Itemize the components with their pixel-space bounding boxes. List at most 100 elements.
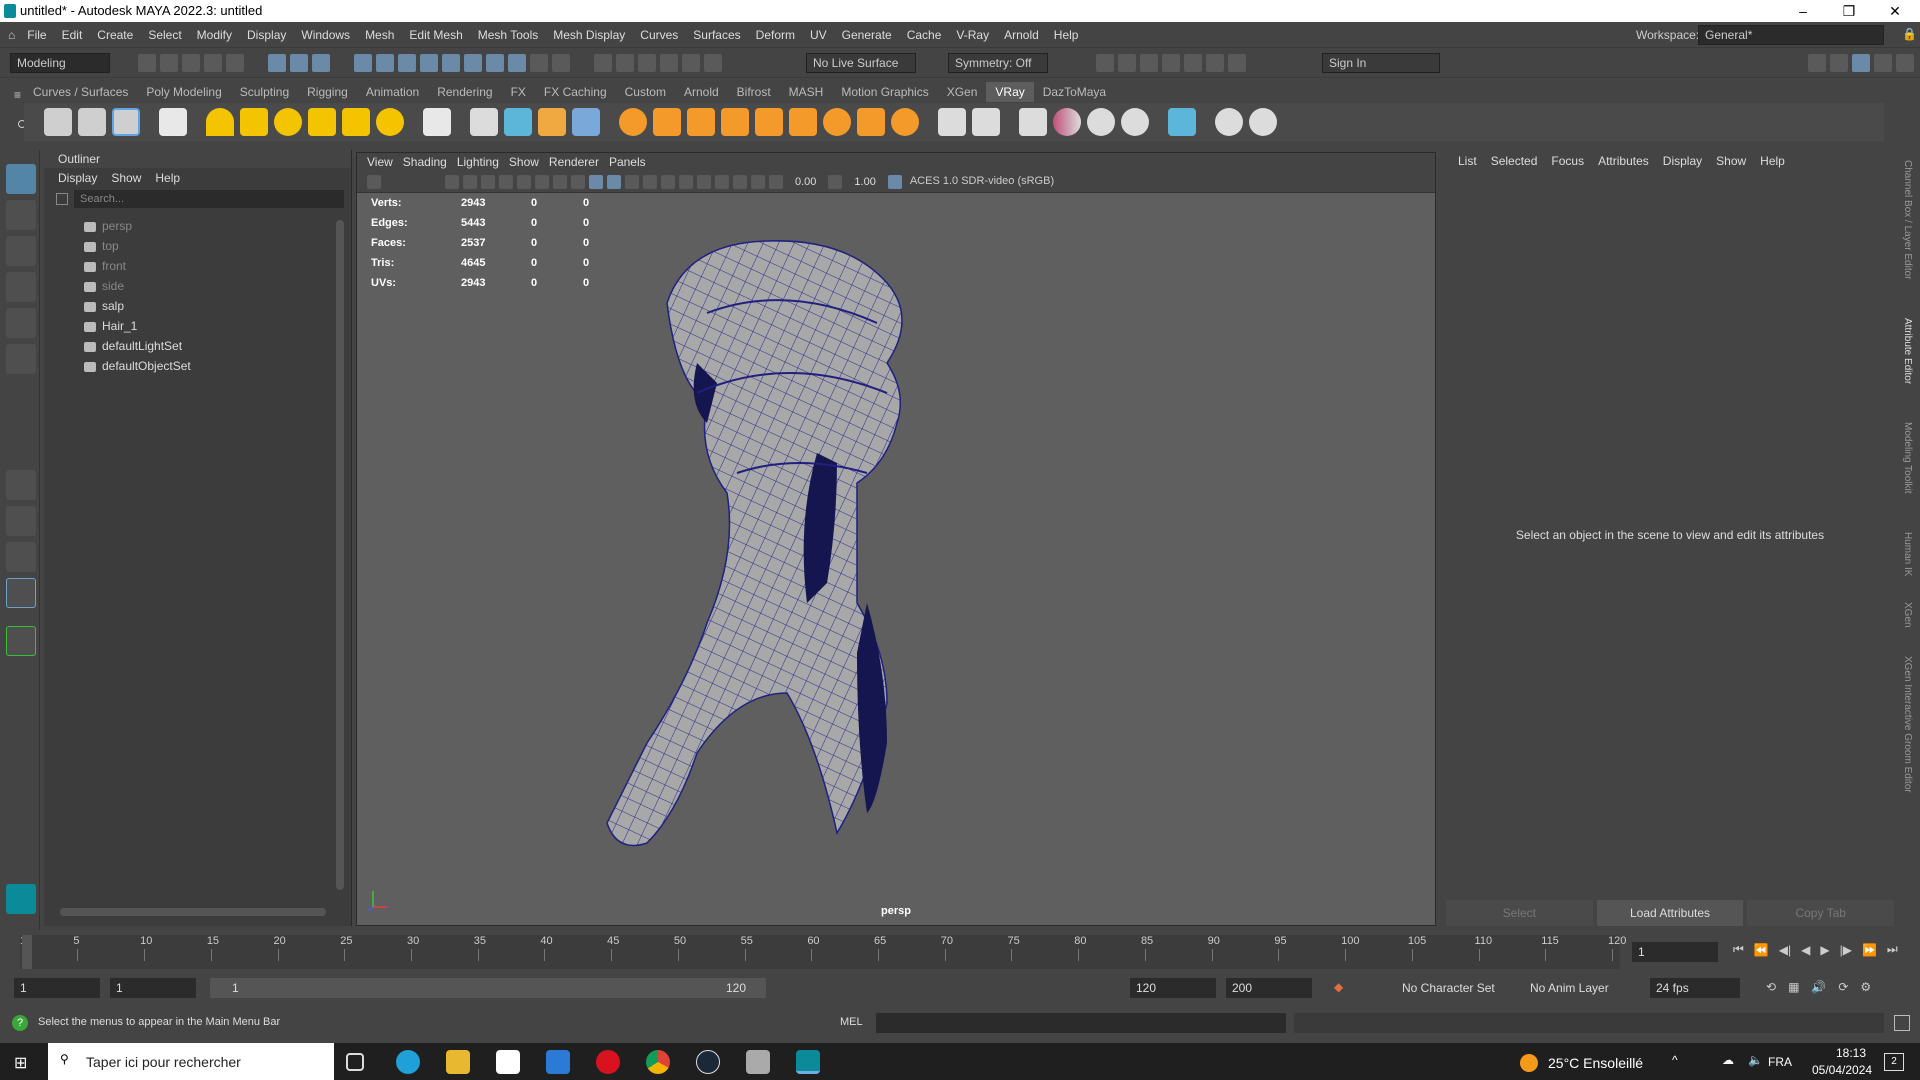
mel-label[interactable]: MEL xyxy=(840,1016,863,1028)
color-management-icon[interactable] xyxy=(887,174,902,189)
vray-clipper-icon[interactable] xyxy=(721,108,749,136)
side-tab-modeling-toolkit[interactable]: Modeling Toolkit xyxy=(1902,422,1913,494)
outliner-menu-show[interactable]: Show xyxy=(111,168,141,188)
vray-fur-icon[interactable] xyxy=(619,108,647,136)
film-gate-icon[interactable] xyxy=(517,174,531,189)
anim-start-field[interactable]: 1 xyxy=(110,978,196,998)
render-view-icon[interactable] xyxy=(1096,54,1114,72)
vray-v-icon[interactable] xyxy=(1249,108,1277,136)
vray-sphere-light-icon[interactable] xyxy=(206,108,234,136)
language-indicator[interactable]: FRA xyxy=(1768,1055,1792,1069)
vray-sun-icon[interactable] xyxy=(376,108,404,136)
sound-icon[interactable]: 🔊 xyxy=(1811,980,1826,994)
outliner-layout-icon[interactable] xyxy=(6,578,36,608)
end-time-field[interactable]: 120 xyxy=(1130,978,1216,998)
mask-face-icon[interactable] xyxy=(398,54,416,72)
shelf-tab-motion-graphics[interactable]: Motion Graphics xyxy=(832,82,937,102)
select-button[interactable]: Select xyxy=(1446,900,1593,926)
task-view-icon[interactable] xyxy=(346,1053,364,1071)
menu-mesh-tools[interactable]: Mesh Tools xyxy=(478,28,538,42)
attr-menu-attributes[interactable]: Attributes xyxy=(1598,150,1649,172)
step-forward-key-icon[interactable]: ⏩ xyxy=(1862,943,1877,957)
mel-input[interactable] xyxy=(876,1013,1286,1033)
hair-mesh[interactable] xyxy=(587,223,1067,883)
shelf-tab-rendering[interactable]: Rendering xyxy=(428,82,501,102)
exposure-value[interactable]: 0.00 xyxy=(795,176,816,188)
play-forward-icon[interactable]: ▶ xyxy=(1820,943,1829,957)
minimize-icon[interactable]: – xyxy=(1780,0,1826,22)
auto-key-icon[interactable]: ◆ xyxy=(1334,980,1343,994)
undo-icon[interactable] xyxy=(204,54,222,72)
attribute-editor-icon[interactable] xyxy=(1852,54,1870,72)
menu-v-ray[interactable]: V-Ray xyxy=(956,28,989,42)
vray-texture-icon[interactable] xyxy=(1019,108,1047,136)
vray-proxy-icon[interactable] xyxy=(470,108,498,136)
single-view-icon[interactable] xyxy=(6,470,36,500)
outliner-item[interactable]: side xyxy=(44,276,351,296)
modeling-toolkit-icon[interactable] xyxy=(1808,54,1826,72)
sync-icon[interactable]: ⟳ xyxy=(1838,980,1848,994)
snap-curve-icon[interactable] xyxy=(616,54,634,72)
gate-mask-icon[interactable] xyxy=(553,174,567,189)
tool-settings-icon[interactable] xyxy=(1874,54,1892,72)
shadows-icon[interactable] xyxy=(661,174,675,189)
vray-grass-icon[interactable] xyxy=(687,108,715,136)
time-slider[interactable]: 1510152025303540455055606570758085909510… xyxy=(20,935,1626,969)
outliner-item[interactable]: Hair_1 xyxy=(44,316,351,336)
fps-dropdown[interactable]: 24 fps xyxy=(1650,978,1740,998)
menu-file[interactable]: File xyxy=(27,28,46,42)
shelf-tab-bifrost[interactable]: Bifrost xyxy=(728,82,780,102)
symmetry-field[interactable]: Symmetry: Off xyxy=(948,53,1048,73)
color-space-dropdown[interactable]: ACES 1.0 SDR-video (sRGB) xyxy=(903,172,1094,191)
resolution-gate-icon[interactable] xyxy=(535,174,549,189)
xray-icon[interactable] xyxy=(733,174,747,189)
vray-moon-icon[interactable] xyxy=(823,108,851,136)
viewport-menu-show[interactable]: Show xyxy=(509,153,539,171)
arnold-render-icon[interactable] xyxy=(1206,54,1224,72)
select-tool-icon[interactable] xyxy=(6,164,36,194)
edge-icon[interactable] xyxy=(396,1050,420,1074)
sign-in-button[interactable]: Sign In xyxy=(1322,53,1440,73)
opera-icon[interactable] xyxy=(596,1050,620,1074)
use-lights-icon[interactable] xyxy=(643,174,657,189)
outliner-item[interactable]: top xyxy=(44,236,351,256)
shelf-tab-vray[interactable]: VRay xyxy=(986,82,1034,102)
menu-edit-mesh[interactable]: Edit Mesh xyxy=(409,28,462,42)
outliner-menu-display[interactable]: Display xyxy=(58,168,97,188)
shelf-tab-sculpting[interactable]: Sculpting xyxy=(231,82,298,102)
exposure-icon[interactable] xyxy=(769,174,783,189)
lock-icon[interactable]: 🔒 xyxy=(1902,27,1917,41)
two-view-icon[interactable] xyxy=(6,542,36,572)
vray-particles-icon[interactable] xyxy=(653,108,681,136)
taskbar-search[interactable]: ⚲ Taper ici pour rechercher xyxy=(48,1043,334,1080)
tray-chevron-icon[interactable]: ^ xyxy=(1672,1053,1678,1067)
vray-ipr-icon[interactable] xyxy=(78,108,106,136)
play-backward-icon[interactable]: ◀ xyxy=(1801,943,1810,957)
loop-icon[interactable]: ⟲ xyxy=(1766,980,1776,994)
attr-menu-display[interactable]: Display xyxy=(1663,150,1702,172)
range-slider-bar[interactable] xyxy=(210,978,766,998)
shelf-menu-icon[interactable]: ≡ xyxy=(14,88,21,102)
home-icon[interactable]: ⌂ xyxy=(8,28,15,42)
anim-layer-dropdown[interactable]: No Anim Layer xyxy=(1524,978,1636,998)
side-tab-xgen-groom[interactable]: XGen Interactive Groom Editor xyxy=(1902,656,1913,793)
live-surface-field[interactable]: No Live Surface xyxy=(806,53,916,73)
shelf-tab-poly-modeling[interactable]: Poly Modeling xyxy=(137,82,230,102)
step-forward-frame-icon[interactable]: |▶ xyxy=(1840,943,1852,957)
pause-icon[interactable] xyxy=(1228,54,1246,72)
viewport-menu-lighting[interactable]: Lighting xyxy=(457,153,499,171)
script-editor-icon[interactable] xyxy=(1894,1015,1910,1031)
menu-mesh[interactable]: Mesh xyxy=(365,28,394,42)
smooth-shade-icon[interactable] xyxy=(589,174,603,189)
channel-box-icon[interactable] xyxy=(1830,54,1848,72)
vray-gear-icon[interactable] xyxy=(891,108,919,136)
vray-ies-light-icon[interactable] xyxy=(342,108,370,136)
highlight-icon[interactable] xyxy=(552,54,570,72)
shelf-tab-xgen[interactable]: XGen xyxy=(938,82,987,102)
menu-cache[interactable]: Cache xyxy=(907,28,942,42)
save-scene-icon[interactable] xyxy=(182,54,200,72)
snap-pivot-icon[interactable] xyxy=(704,54,722,72)
workspace-dropdown[interactable]: General* xyxy=(1698,25,1884,45)
menu-curves[interactable]: Curves xyxy=(640,28,678,42)
mask-uv-icon[interactable] xyxy=(420,54,438,72)
